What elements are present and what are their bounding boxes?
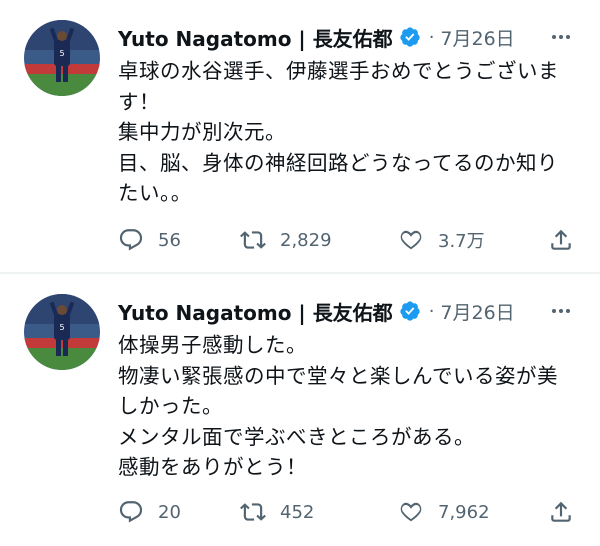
author-name[interactable]: Yuto Nagatomo | 長友佑都 — [118, 23, 393, 52]
svg-text:5: 5 — [59, 49, 64, 58]
more-options-icon[interactable] — [546, 296, 576, 326]
verified-badge-icon — [400, 301, 420, 321]
tweet-actions: 56 2,829 3.7万 — [118, 222, 578, 258]
tweet-date[interactable]: 7月26日 — [440, 298, 514, 325]
reply-count: 20 — [158, 501, 181, 523]
tweet-line: たい。。 — [118, 181, 192, 205]
separator: · — [428, 26, 435, 48]
tweet-text: 体操男子感動した。 物凄い緊張感の中で堂々と楽しんでいる姿が美 しかった。 メン… — [118, 330, 578, 483]
like-button[interactable]: 7,962 — [398, 494, 490, 530]
tweet-text: 卓球の水谷選手、伊藤選手おめでとうございま す！ 集中力が別次元。 目、脳、身体… — [118, 56, 578, 209]
tweet-line: しかった。 — [118, 394, 223, 418]
separator: · — [428, 300, 435, 322]
reply-button[interactable]: 20 — [118, 494, 181, 530]
retweet-button[interactable]: 2,829 — [240, 222, 332, 258]
heart-icon — [400, 502, 422, 522]
retweet-count: 452 — [280, 501, 315, 523]
tweet-header: Yuto Nagatomo | 長友佑都 · 7月26日 — [118, 22, 515, 52]
svg-text:5: 5 — [59, 323, 64, 332]
retweet-icon — [240, 231, 266, 249]
heart-icon — [400, 230, 422, 250]
tweet[interactable]: 5 Yuto Nagatomo | 長友佑都 · 7月26日 卓球の水谷選手、伊… — [0, 0, 600, 273]
tweet-actions: 20 452 7,962 — [118, 494, 578, 530]
like-button[interactable]: 3.7万 — [398, 222, 485, 258]
tweet-line: す！ — [118, 89, 160, 114]
share-icon — [551, 501, 571, 522]
share-icon — [551, 229, 571, 250]
reply-count: 56 — [158, 229, 181, 251]
reply-icon — [119, 229, 143, 251]
reply-icon — [119, 501, 143, 523]
share-button[interactable] — [548, 494, 574, 530]
author-name[interactable]: Yuto Nagatomo | 長友佑都 — [118, 297, 393, 326]
tweet-line: メンタル面で学ぶべきところがある。 — [118, 424, 475, 449]
retweet-icon — [240, 503, 266, 521]
tweet-line: 物凄い緊張感の中で堂々と楽しんでいる姿が美 — [118, 363, 558, 388]
tweet-line: 目、脳、身体の神経回路どうなってるのか知り — [118, 150, 558, 175]
tweet-line: 体操男子感動した。 — [118, 333, 307, 357]
avatar[interactable]: 5 — [24, 294, 100, 370]
tweet[interactable]: 5 Yuto Nagatomo | 長友佑都 · 7月26日 体操男子感動した。… — [0, 274, 600, 546]
retweet-button[interactable]: 452 — [240, 494, 314, 530]
share-button[interactable] — [548, 222, 574, 258]
like-count: 3.7万 — [438, 231, 485, 252]
avatar[interactable]: 5 — [24, 20, 100, 96]
tweet-line: 集中力が別次元。 — [118, 120, 286, 144]
tweet-line: 感動をありがとう！ — [118, 455, 307, 479]
tweet-line: 卓球の水谷選手、伊藤選手おめでとうございま — [118, 59, 559, 83]
more-options-icon[interactable] — [546, 22, 576, 52]
reply-button[interactable]: 56 — [118, 222, 181, 258]
tweet-date[interactable]: 7月26日 — [440, 24, 514, 51]
tweet-header: Yuto Nagatomo | 長友佑都 · 7月26日 — [118, 296, 515, 326]
verified-badge-icon — [400, 27, 420, 47]
like-count: 7,962 — [438, 501, 490, 523]
retweet-count: 2,829 — [280, 229, 332, 251]
